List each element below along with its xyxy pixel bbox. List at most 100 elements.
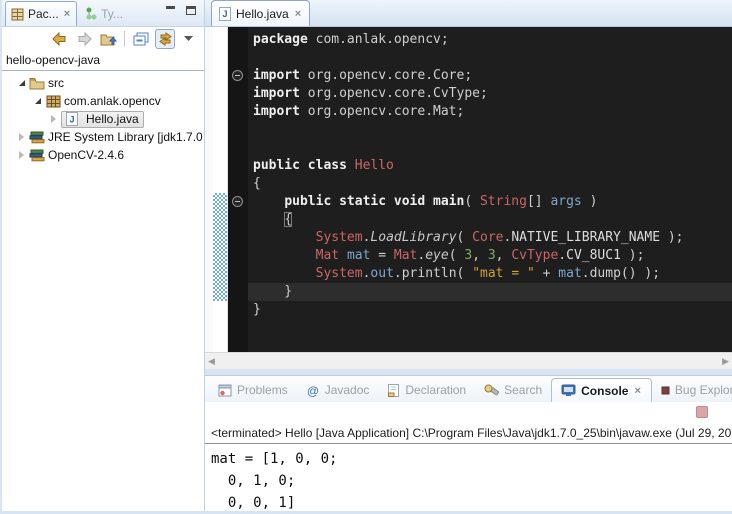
fold-collapse-icon[interactable] [232,70,243,81]
tree-item-opencv-2-4-6[interactable]: OpenCV-2.4.6 [2,146,204,164]
minimize-icon[interactable] [166,6,176,15]
expand-arrow-icon[interactable] [32,98,43,104]
terminate-button[interactable] [696,406,708,418]
console-output[interactable]: mat = [1, 0, 0; 0, 1, 0; 0, 0, 1] [205,444,732,514]
collapse-all-icon [133,32,149,46]
editor-body: package com.anlak.opencv; import org.open… [205,27,732,352]
console-toolbar [205,402,732,426]
editor-horizontal-scrollbar[interactable]: ◀ ▶ [205,352,732,369]
bug-icon [661,386,670,395]
forward-icon [76,32,92,46]
code-line[interactable]: { [253,211,732,229]
close-icon[interactable]: × [294,8,302,20]
expand-arrow-icon[interactable] [16,80,27,86]
console-tab-label: Bug Explorer [675,383,732,397]
console-tab-label: Console [581,384,628,398]
collapse-arrow-icon[interactable] [16,133,27,141]
declaration-icon [387,384,400,397]
code-line[interactable]: } [253,301,732,319]
code-line[interactable] [253,121,732,139]
view-menu-button[interactable] [179,29,199,49]
console-icon [561,384,576,397]
tab-console[interactable]: Console × [551,378,652,402]
console-output-line: 0, 1, 0; [211,470,732,492]
code-line[interactable]: { [253,175,732,193]
console-tabbar: Problems @ Javadoc Declaration Search Console… [205,376,732,402]
search-icon [484,384,499,397]
package-explorer-tabbar: Pac... × Ty... [2,0,204,27]
console-tab-label: Javadoc [325,383,370,397]
tab-javadoc[interactable]: @ Javadoc [297,378,379,402]
tree-item-hello-java[interactable]: J Hello.java [2,110,204,128]
tab-bug-explorer[interactable]: Bug Explorer [652,378,732,402]
code-line[interactable]: import org.opencv.core.CvType; [253,85,732,103]
scroll-left-icon[interactable]: ◀ [208,356,215,367]
tree-item-label: JRE System Library [jdk1.7.0 [48,130,203,144]
selected-item-box: J Hello.java [61,111,144,128]
svg-text:J: J [69,115,74,125]
tree-item-com-anlak-opencv[interactable]: com.anlak.opencv [2,92,204,110]
code-line-current[interactable]: } [248,283,732,301]
code-line[interactable]: package com.anlak.opencv; [253,31,732,49]
tree-item-label: OpenCV-2.4.6 [48,148,124,162]
editor-tab-label: Hello.java [236,7,289,21]
svg-text:@: @ [307,384,319,397]
tab-declaration[interactable]: Declaration [378,378,475,402]
package-explorer-view: Pac... × Ty... hello-opencv-java src com.… [2,0,205,511]
collapse-all-button[interactable] [131,29,151,49]
fold-collapse-icon[interactable] [232,196,243,207]
project-label[interactable]: hello-opencv-java [2,51,204,71]
code-line[interactable]: public static void main( String[] args ) [253,193,732,211]
console-status-line: <terminated> Hello [Java Application] C:… [205,426,732,444]
editor-range-ruler [213,27,228,352]
tree-item-label: com.anlak.opencv [64,94,161,108]
project-tree: src com.anlak.opencv J Hello.java JRE System… [2,71,204,164]
tab-package-explorer[interactable]: Pac... × [5,1,77,26]
code-line[interactable] [253,49,732,67]
scroll-right-icon[interactable]: ▶ [722,356,729,367]
problems-icon [218,384,232,397]
close-icon[interactable]: × [633,385,641,397]
code-line[interactable]: import org.opencv.core.Core; [253,67,732,85]
link-with-editor-icon [157,32,174,46]
console-tab-label: Search [504,383,542,397]
tree-item-src[interactable]: src [2,74,204,92]
collapse-arrow-icon[interactable] [16,151,27,159]
editor-code[interactable]: package com.anlak.opencv; import org.open… [248,27,732,352]
editor-area: J Hello.java × package com.anlak.opencv;… [205,0,732,371]
editor-tab-hello-java[interactable]: J Hello.java × [211,0,310,26]
tab-problems[interactable]: Problems [209,378,297,402]
code-line[interactable]: Mat mat = Mat.eye( 3, 3, CvType.CV_8UC1 … [253,247,732,265]
console-tab-label: Problems [237,383,288,397]
range-indicator [213,193,227,301]
tab-package-label: Pac... [28,7,59,21]
tree-item-jre-system-library-jdk1-7-0[interactable]: JRE System Library [jdk1.7.0 [2,128,204,146]
code-line[interactable]: System.out.println( "mat = " + mat.dump(… [253,265,732,283]
code-line[interactable]: public class Hello [253,157,732,175]
collapse-arrow-icon[interactable] [48,115,59,123]
close-icon[interactable]: × [63,8,71,20]
package-icon [45,95,61,108]
editor-left-ruler [205,27,213,352]
code-line[interactable] [253,139,732,157]
console-output-line: mat = [1, 0, 0; [211,448,732,470]
forward-button[interactable] [74,29,94,49]
code-line[interactable]: import org.opencv.core.Mat; [253,103,732,121]
editor-tabbar: J Hello.java × [205,0,732,27]
library-icon [29,149,45,162]
link-with-editor-button[interactable] [155,29,175,49]
code-line[interactable]: System.LoadLibrary( Core.NATIVE_LIBRARY_… [253,229,732,247]
package-explorer-toolbar [2,27,204,51]
tab-search[interactable]: Search [475,378,551,402]
console-view: Problems @ Javadoc Declaration Search Console… [205,375,732,511]
up-button[interactable] [98,29,118,49]
tree-item-label: Hello.java [86,112,139,126]
java-file-icon: J [219,7,231,21]
maximize-icon[interactable] [186,6,196,15]
back-button[interactable] [50,29,70,49]
java-file-icon: J [64,112,80,126]
editor-folding-ruler [228,27,248,352]
view-menu-icon [184,36,194,42]
tab-type-hierarchy[interactable]: Ty... [77,1,131,26]
tab-type-label: Ty... [101,7,123,21]
